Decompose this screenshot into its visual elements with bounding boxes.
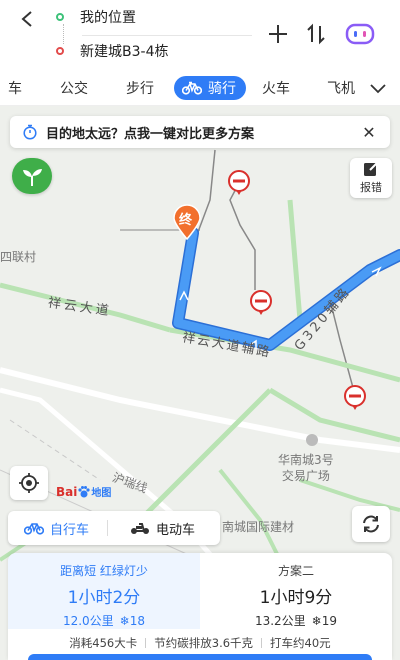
plan-tag: 方案二 <box>277 564 314 578</box>
plan-meta: 12.0公里 ❄18 <box>8 612 200 629</box>
sprout-icon <box>23 169 42 186</box>
origin-field[interactable]: 我的位置 <box>56 2 136 32</box>
locate-button[interactable] <box>10 466 48 500</box>
close-icon[interactable]: ✕ <box>360 122 378 142</box>
locate-icon <box>19 473 39 493</box>
edit-icon <box>364 162 378 176</box>
plan-duration: 1小时2分 <box>67 588 141 608</box>
plan-lights: 18 <box>129 614 146 628</box>
add-waypoint-button[interactable] <box>264 20 292 48</box>
mode-ebike-label: 电动车 <box>156 522 196 538</box>
refresh-button[interactable] <box>352 506 390 542</box>
no-entry-icon <box>228 170 250 195</box>
plan-meta: 13.2公里 ❄19 <box>200 612 392 629</box>
divider <box>145 638 147 648</box>
tab-train[interactable]: 火车 <box>262 76 290 100</box>
taxi-info: 打车约40元 <box>270 636 331 650</box>
plan-tag: 距离短 红绿灯少 <box>60 564 148 578</box>
map-label-village: 四联村 <box>0 250 37 264</box>
vehicle-mode-switch: 自行车 电动车 <box>8 511 220 545</box>
transport-tabs: 车 公交 步行 骑行 火车 飞机 <box>0 70 400 106</box>
tab-cycling[interactable]: 骑行 <box>174 76 246 100</box>
eco-button[interactable] <box>12 158 52 194</box>
divider <box>261 638 263 648</box>
plan-card[interactable]: 距离短 红绿灯少 1小时2分 12.0公里 ❄18 <box>8 553 200 629</box>
stopwatch-icon <box>23 124 37 140</box>
plus-icon <box>269 25 287 43</box>
map-label-poi: 南城国际建材 <box>222 520 295 534</box>
destination-marker-label: 终 <box>179 213 193 228</box>
start-button-edge[interactable] <box>28 654 372 660</box>
traffic-light-icon: ❄ <box>119 614 130 628</box>
plan-lights: 19 <box>321 614 338 628</box>
scooter-icon <box>131 523 150 534</box>
destination-field[interactable]: 新建城B3-4栋 <box>56 36 168 66</box>
tab-cycling-label: 骑行 <box>208 81 236 97</box>
origin-dot-icon <box>56 13 64 21</box>
back-arrow-icon <box>21 11 32 27</box>
report-error-button[interactable]: 报错 <box>350 158 392 198</box>
compare-banner[interactable]: 目的地太远？点我一键对比更多方案 ✕ <box>10 116 390 148</box>
calories-info: 消耗456大卡 <box>69 636 138 650</box>
mode-bicycle[interactable]: 自行车 <box>24 519 89 538</box>
mode-bicycle-label: 自行车 <box>50 522 90 538</box>
destination-dot-icon <box>56 47 64 55</box>
bicycle-icon <box>24 523 44 535</box>
trip-info-bar: 消耗456大卡 节约碳排放3.6千克 打车约40元 <box>8 633 392 653</box>
assistant-icon <box>345 23 375 45</box>
tab-transit[interactable]: 公交 <box>60 76 88 100</box>
plan-card[interactable]: 方案二 1小时9分 13.2公里 ❄19 <box>200 553 392 629</box>
no-entry-icon <box>250 290 272 315</box>
map-label-poi: 华南城3号 交易广场 <box>278 453 334 483</box>
back-button[interactable] <box>14 6 40 32</box>
banner-text: 目的地太远？点我一键对比更多方案 <box>46 126 255 142</box>
plan-duration: 1小时9分 <box>259 588 333 608</box>
tab-car[interactable]: 车 <box>8 76 22 100</box>
origin-label: 我的位置 <box>80 10 136 26</box>
refresh-icon <box>363 515 379 533</box>
report-error-label: 报错 <box>360 181 382 194</box>
divider <box>107 520 109 536</box>
route-header: 我的位置 新建城B3-4栋 <box>0 0 400 70</box>
baidu-logo: Bai 地图 <box>56 484 112 500</box>
carbon-info: 节约碳排放3.6千克 <box>154 636 254 650</box>
tab-walk[interactable]: 步行 <box>126 76 154 100</box>
plan-distance: 12.0公里 <box>62 614 114 628</box>
tab-flight[interactable]: 飞机 <box>327 76 357 100</box>
no-entry-icon <box>344 385 366 410</box>
mode-ebike[interactable]: 电动车 <box>130 519 195 538</box>
plan-distance: 13.2公里 <box>254 614 306 628</box>
destination-label: 新建城B3-4栋 <box>80 44 169 60</box>
route-plans-panel: 距离短 红绿灯少 1小时2分 12.0公里 ❄18 方案二 1小时9分 13.2公… <box>8 553 392 660</box>
swap-button[interactable] <box>302 20 330 48</box>
assistant-button[interactable] <box>344 20 376 48</box>
swap-icon <box>307 23 325 45</box>
paw-icon <box>78 485 90 497</box>
traffic-light-icon: ❄ <box>311 614 322 628</box>
bicycle-icon <box>182 81 202 95</box>
chevron-down-icon[interactable] <box>368 78 388 98</box>
